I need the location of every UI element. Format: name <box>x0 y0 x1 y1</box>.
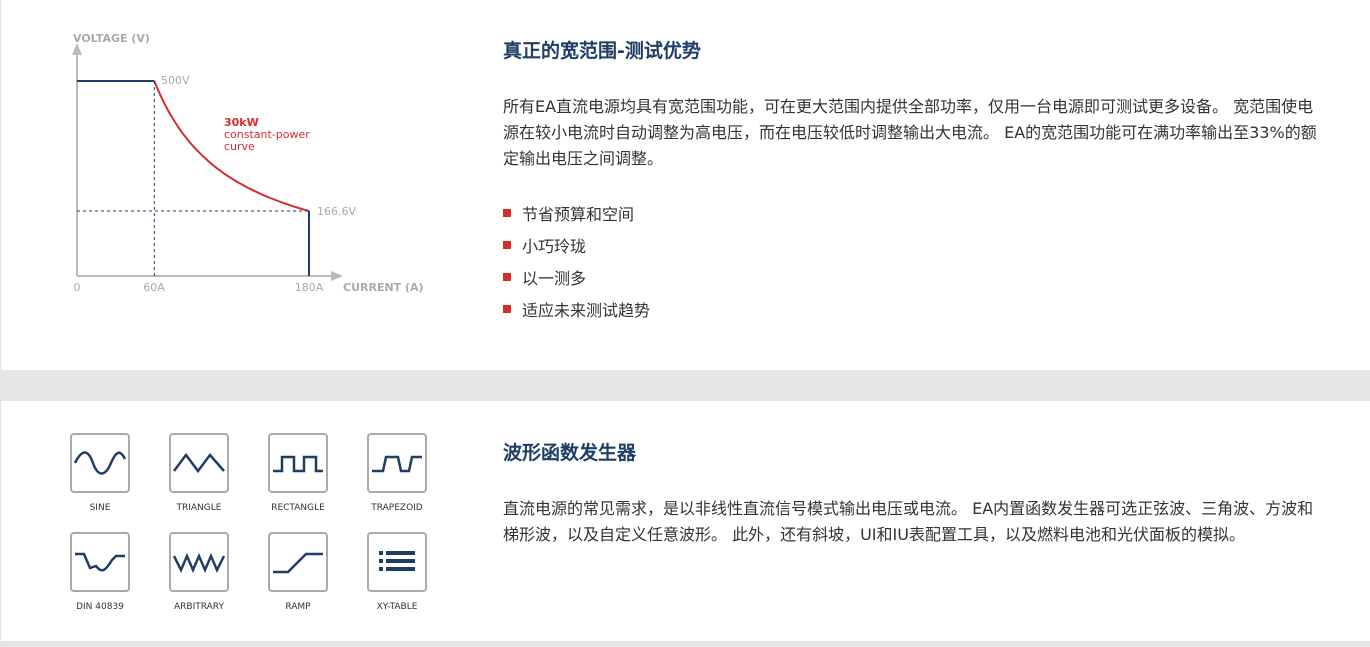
list-item: 适应未来测试趋势 <box>503 293 650 325</box>
annotation-max-voltage: 500V <box>161 74 190 87</box>
bullet-square-icon <box>503 305 511 313</box>
list-item-text: 节省预算和空间 <box>522 205 635 224</box>
list-item: 小巧玲珑 <box>503 229 650 261</box>
waveform-sine: SINE <box>70 433 130 513</box>
xy-table-list-icon <box>367 532 427 592</box>
bullet-square-icon <box>503 209 511 217</box>
din-40839-wave-icon <box>70 532 130 592</box>
waveform-ramp: RAMP <box>268 532 328 612</box>
trapezoid-wave-icon <box>367 433 427 493</box>
waveform-label: XY-TABLE <box>376 602 418 612</box>
waveform-arbitrary: ARBITRARY <box>169 532 229 612</box>
waveform-trapezoid: TRAPEZOID <box>367 433 427 513</box>
waveform-label: SINE <box>89 503 111 513</box>
waveform-label: ARBITRARY <box>174 602 224 612</box>
annotation-min-voltage: 166.6V <box>317 205 356 218</box>
waveform-generator-section: SINE TRIANGLE RECTANGLE TRAPEZOID DIN 40… <box>0 401 1370 641</box>
x-axis-arrow <box>331 271 343 281</box>
list-item-text: 小巧玲珑 <box>522 237 587 256</box>
feature-list: 节省预算和空间 小巧玲珑 以一测多 适应未来测试趋势 <box>503 197 650 325</box>
waveform-label: TRIANGLE <box>176 503 222 513</box>
waveform-label: RECTANGLE <box>271 503 325 513</box>
section-paragraph: 直流电源的常见需求，是以非线性直流信号模式输出电压或电流。 EA内置函数发生器可… <box>503 499 1314 544</box>
waveform-xy-table: XY-TABLE <box>367 532 427 612</box>
list-item-text: 适应未来测试趋势 <box>522 301 651 320</box>
wide-range-section: VOLTAGE (V) CURRENT (A) 500V 166.6V 30kW… <box>0 0 1370 370</box>
x-axis-label: CURRENT (A) <box>343 281 424 294</box>
bullet-square-icon <box>503 241 511 249</box>
section-title: 波形函数发生器 <box>503 442 637 464</box>
section-paragraph: 所有EA直流电源均具有宽范围功能，可在更大范围内提供全部功率，仅用一台电源即可测… <box>503 97 1317 168</box>
bullet-square-icon <box>503 273 511 281</box>
voltage-current-chart: VOLTAGE (V) CURRENT (A) 500V 166.6V 30kW… <box>72 32 424 294</box>
triangle-wave-icon <box>169 433 229 493</box>
x-tick-label-0: 0 <box>74 281 81 294</box>
waveform-din-40839: DIN 40839 <box>70 532 130 612</box>
waveform-label: TRAPEZOID <box>371 503 423 513</box>
x-tick-label-60: 60A <box>143 281 165 294</box>
waveform-label: DIN 40839 <box>76 602 124 612</box>
rectangle-wave-icon <box>268 433 328 493</box>
waveform-label: RAMP <box>285 602 311 612</box>
section-title: 真正的宽范围-测试优势 <box>503 40 701 62</box>
list-item-text: 以一测多 <box>522 269 587 288</box>
ramp-wave-icon <box>268 532 328 592</box>
sine-wave-icon <box>70 433 130 493</box>
arbitrary-wave-icon <box>169 532 229 592</box>
y-axis-label: VOLTAGE (V) <box>73 32 150 45</box>
waveform-triangle: TRIANGLE <box>169 433 229 513</box>
x-tick-label-180: 180A <box>295 281 324 294</box>
list-item: 节省预算和空间 <box>503 197 650 229</box>
annotation-curve-line3: curve <box>224 140 255 153</box>
waveform-rectangle: RECTANGLE <box>268 433 328 513</box>
list-item: 以一测多 <box>503 261 650 293</box>
